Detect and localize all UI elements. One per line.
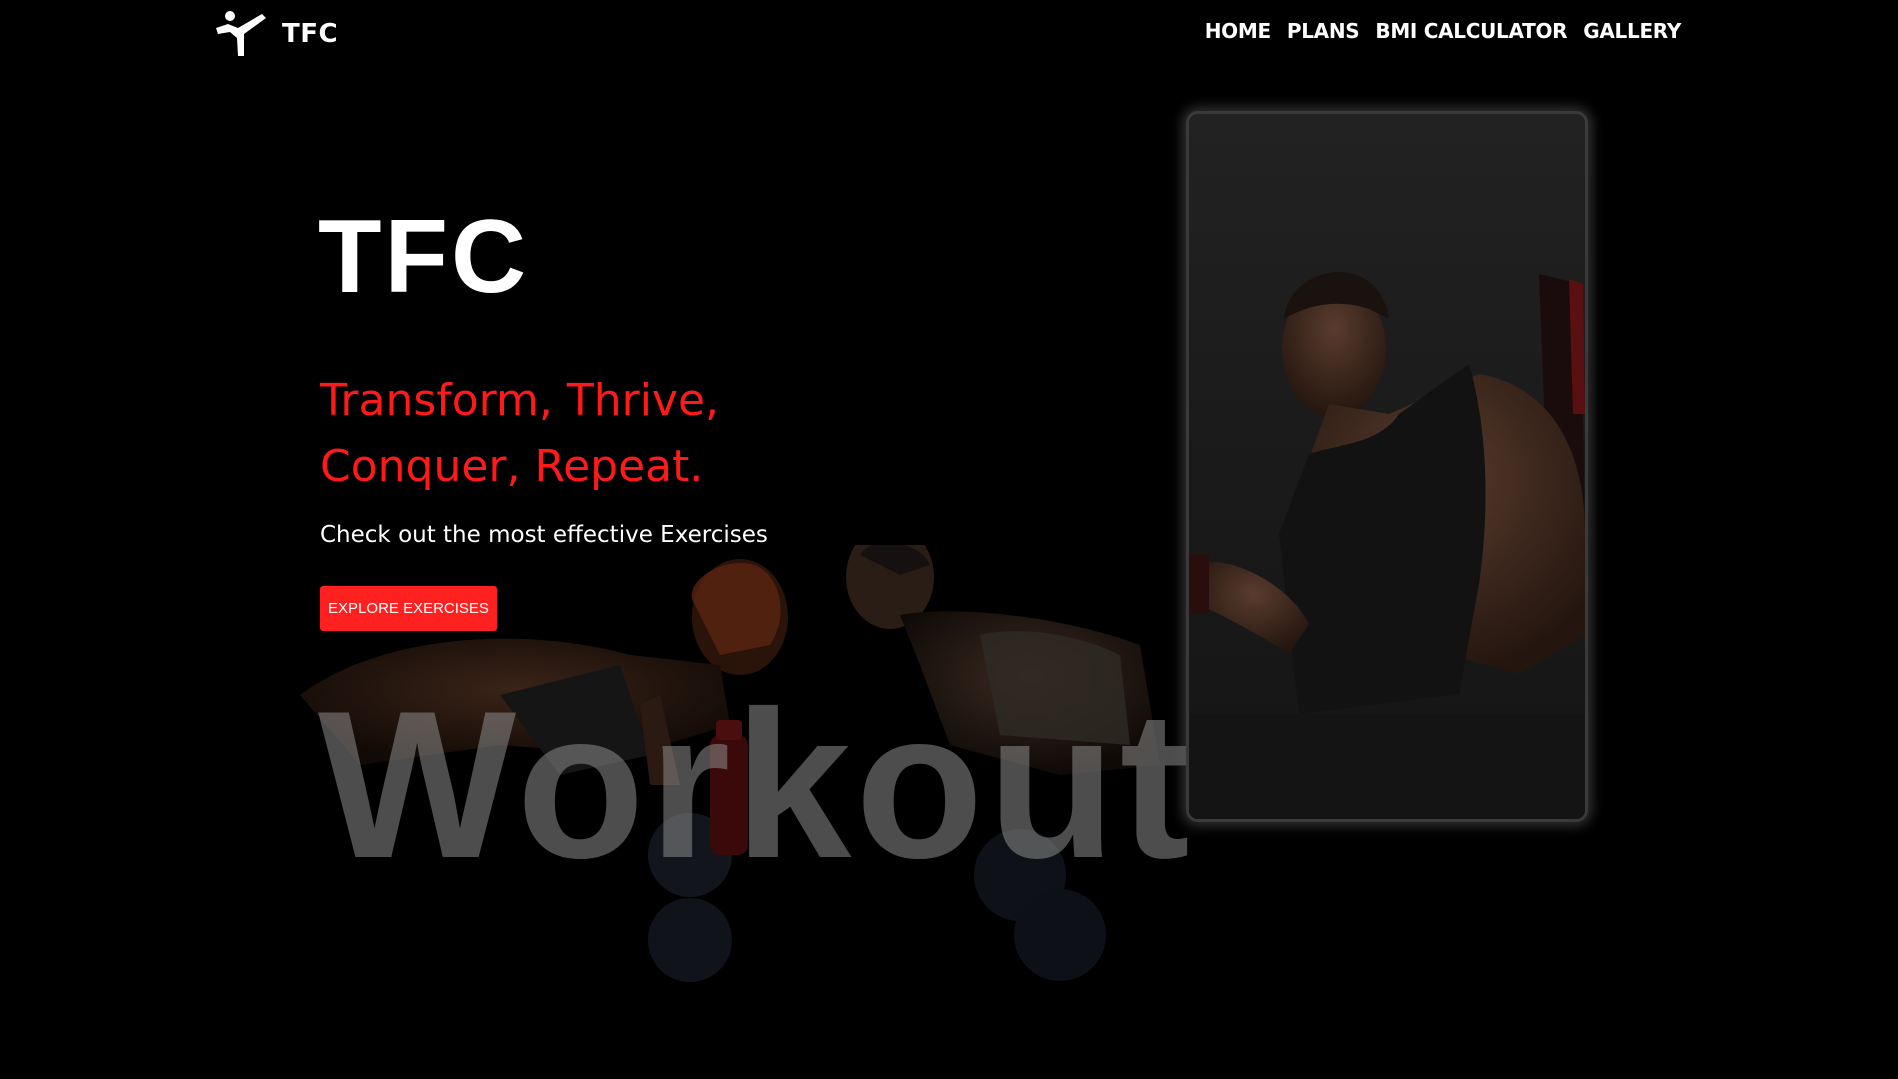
nav-links: HOME PLANS BMI CALCULATOR GALLERY	[1205, 19, 1682, 43]
nav-gallery[interactable]: GALLERY	[1583, 19, 1681, 43]
navbar: TFC HOME PLANS BMI CALCULATOR GALLERY	[0, 0, 1898, 66]
logo[interactable]: TFC	[214, 8, 338, 58]
brand-name: TFC	[282, 19, 339, 49]
explore-exercises-button[interactable]: EXPLORE EXERCISES	[320, 586, 497, 631]
workout-background-word: Workout	[318, 667, 1194, 902]
hero-title: TFC	[318, 199, 530, 315]
hero-subtitle: Check out the most effective Exercises	[320, 522, 768, 548]
hero-tagline: Transform, Thrive, Conquer, Repeat.	[320, 375, 720, 492]
bicep-curl-photo-frame	[1186, 111, 1588, 822]
karate-kick-icon	[216, 11, 266, 56]
nav-plans[interactable]: PLANS	[1287, 19, 1360, 43]
nav-home[interactable]: HOME	[1205, 19, 1271, 43]
bicep-curl-photo	[1189, 114, 1585, 819]
nav-bmi-calculator[interactable]: BMI CALCULATOR	[1375, 19, 1567, 43]
